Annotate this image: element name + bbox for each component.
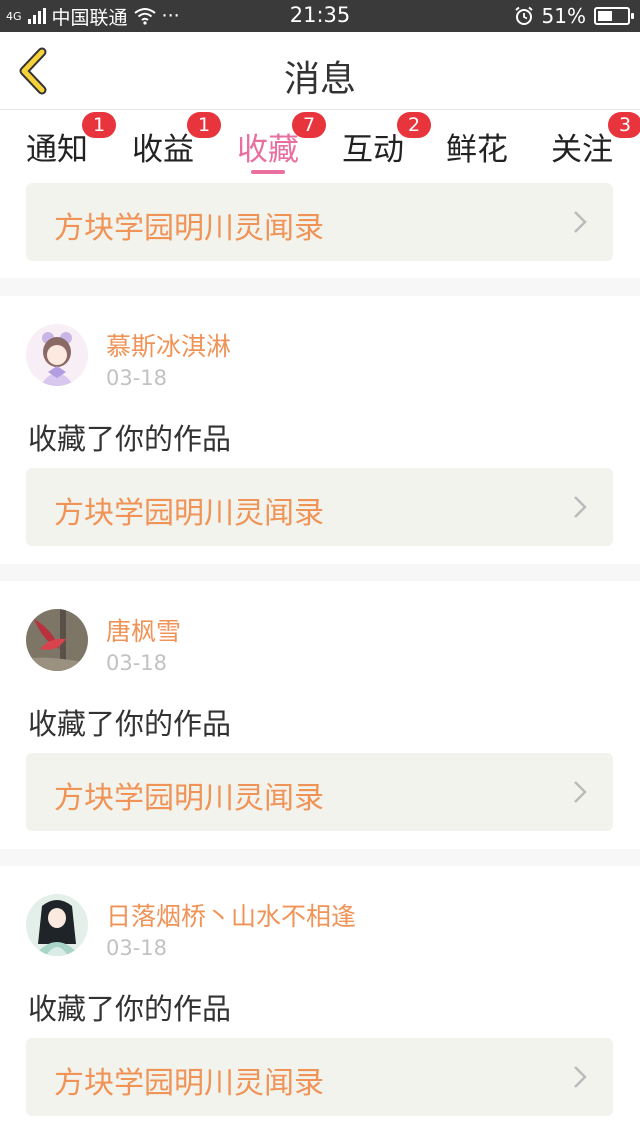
tab-label: 关注 xyxy=(551,132,613,168)
tab-bar: 通知 1 收益 1 收藏 7 互动 2 鲜花 关注 3 xyxy=(0,110,640,182)
tab-badge: 3 xyxy=(608,112,640,138)
chevron-right-icon xyxy=(574,211,587,233)
chevron-right-icon xyxy=(574,781,587,803)
tab-badge: 1 xyxy=(82,112,116,138)
tab-badge: 2 xyxy=(397,112,431,138)
tab-label: 互动 xyxy=(342,132,404,168)
work-title: 方块学园明川灵闻录 xyxy=(54,496,324,531)
user-name[interactable]: 慕斯冰淇淋 xyxy=(106,327,231,363)
work-link[interactable]: 方块学园明川灵闻录 xyxy=(26,468,613,546)
battery-fill xyxy=(598,11,613,21)
tab-label: 收藏 xyxy=(237,132,299,168)
action-text: 收藏了你的作品 xyxy=(28,707,232,741)
tab-earnings[interactable]: 收益 1 xyxy=(132,112,221,169)
work-link[interactable]: 方块学园明川灵闻录 xyxy=(26,183,613,261)
header: 消息 xyxy=(0,32,640,110)
item-date: 03-18 xyxy=(106,651,168,675)
favorite-card: 方块学园明川灵闻录 xyxy=(0,182,640,278)
work-link[interactable]: 方块学园明川灵闻录 xyxy=(26,753,613,831)
tab-label: 通知 xyxy=(26,132,88,168)
action-text: 收藏了你的作品 xyxy=(28,992,232,1026)
alarm-icon xyxy=(514,6,533,25)
favorite-card: 日落烟桥丶山水不相逢 03-18 收藏了你的作品 方块学园明川灵闻录 xyxy=(0,866,640,1138)
tab-badge: 7 xyxy=(292,112,326,138)
tab-notifications[interactable]: 通知 1 xyxy=(26,112,116,169)
tab-interactions[interactable]: 互动 2 xyxy=(342,112,431,169)
action-text: 收藏了你的作品 xyxy=(28,422,232,456)
favorite-card: 唐枫雪 03-18 收藏了你的作品 方块学园明川灵闻录 xyxy=(0,581,640,849)
chevron-right-icon xyxy=(574,1066,587,1088)
favorite-card: 慕斯冰淇淋 03-18 收藏了你的作品 方块学园明川灵闻录 xyxy=(0,296,640,564)
work-title: 方块学园明川灵闻录 xyxy=(54,211,324,246)
page-title: 消息 xyxy=(283,59,356,100)
avatar-image xyxy=(26,324,88,386)
user-avatar[interactable] xyxy=(26,609,88,671)
tab-label: 收益 xyxy=(132,132,194,168)
user-name[interactable]: 唐枫雪 xyxy=(106,612,181,648)
work-title: 方块学园明川灵闻录 xyxy=(54,781,324,816)
active-tab-indicator xyxy=(251,170,285,174)
work-link[interactable]: 方块学园明川灵闻录 xyxy=(26,1038,613,1116)
tab-badge: 1 xyxy=(187,112,221,138)
work-title: 方块学园明川灵闻录 xyxy=(54,1066,324,1101)
user-name[interactable]: 日落烟桥丶山水不相逢 xyxy=(106,897,356,933)
tab-favorites[interactable]: 收藏 7 xyxy=(237,112,326,174)
tab-follows[interactable]: 关注 3 xyxy=(551,112,640,169)
tab-label: 鲜花 xyxy=(446,132,508,168)
status-right: 51% xyxy=(514,3,634,29)
item-date: 03-18 xyxy=(106,366,168,390)
user-avatar[interactable] xyxy=(26,894,88,956)
tab-flowers[interactable]: 鲜花 xyxy=(446,124,508,169)
battery-icon xyxy=(594,7,634,25)
status-bar: 4G 中国联通 ··· 21:35 51% xyxy=(0,0,640,32)
avatar-image xyxy=(26,609,88,671)
avatar-image xyxy=(26,894,88,956)
battery-percent: 51% xyxy=(541,4,586,28)
chevron-right-icon xyxy=(574,496,587,518)
user-avatar[interactable] xyxy=(26,324,88,386)
item-date: 03-18 xyxy=(106,936,168,960)
